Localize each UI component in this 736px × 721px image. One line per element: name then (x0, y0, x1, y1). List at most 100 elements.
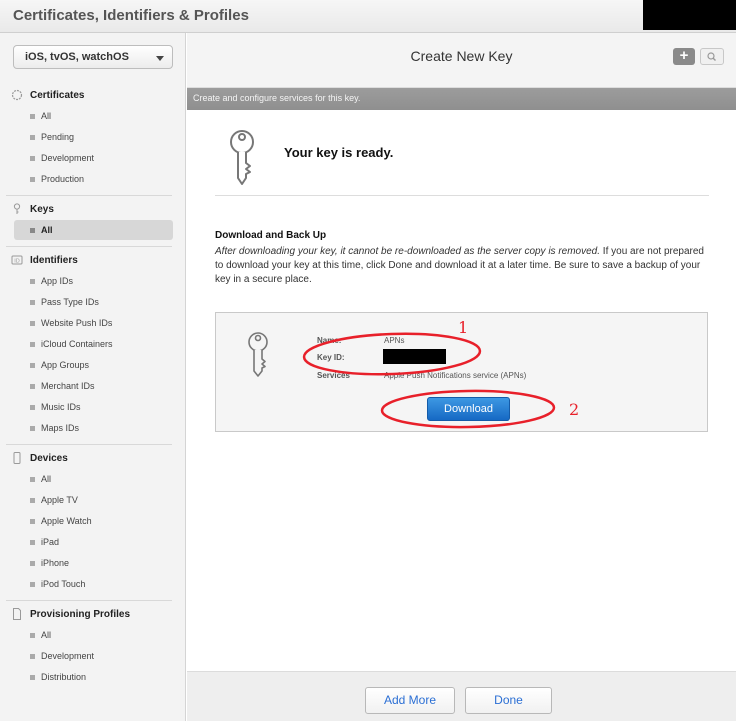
platform-select-value: iOS, tvOS, watchOS (25, 51, 129, 63)
sidebar-item-label: Apple TV (41, 495, 78, 505)
bullet-icon (30, 426, 35, 431)
sidebar-item-label: All (41, 474, 52, 484)
sidebar-item-label: All (41, 630, 52, 640)
footer-bar: Add More Done (187, 671, 736, 721)
sidebar-item-label: All (41, 111, 52, 121)
sidebar-item-label: iCloud Containers (41, 339, 113, 349)
divider (6, 600, 172, 601)
annotation-marker-2: 2 (569, 400, 580, 419)
sidebar-item-label: All (41, 225, 53, 235)
bullet-icon (30, 405, 35, 410)
sidebar-item-certificates-development[interactable]: Development (14, 148, 173, 168)
divider (6, 444, 172, 445)
key-name-label: Name: (317, 336, 342, 345)
plus-icon: + (679, 47, 689, 64)
redacted-account-area (643, 0, 736, 30)
platform-select[interactable]: iOS, tvOS, watchOS (13, 45, 173, 69)
section-keys: Keys (0, 200, 186, 220)
bullet-icon (30, 384, 35, 389)
bullet-icon (30, 582, 35, 587)
done-button[interactable]: Done (465, 687, 552, 714)
section-title: Identifiers (30, 255, 78, 266)
sidebar-item-apple-watch[interactable]: Apple Watch (14, 511, 173, 531)
add-button[interactable]: + (673, 48, 695, 65)
page-subtitle: Create and configure services for this k… (193, 93, 361, 103)
download-warning-text: After downloading your key, it cannot be… (215, 246, 601, 257)
sidebar-item-label: iPad (41, 537, 60, 547)
bullet-icon (30, 228, 35, 233)
divider (6, 195, 172, 196)
sidebar-item-merchant-ids[interactable]: Merchant IDs (14, 376, 173, 396)
sidebar-item-pass-type-ids[interactable]: Pass Type IDs (14, 292, 173, 312)
search-icon (707, 52, 716, 61)
sidebar-item-label: Merchant IDs (41, 381, 95, 391)
sidebar-item-iphone[interactable]: iPhone (14, 553, 173, 573)
bullet-icon (30, 675, 35, 680)
sidebar-item-label: Pass Type IDs (41, 297, 99, 307)
download-section-title: Download and Back Up (215, 230, 327, 241)
page-title: Create New Key (410, 48, 513, 64)
section-certificates: Certificates (0, 86, 186, 106)
sidebar-item-label: Distribution (41, 672, 87, 682)
redacted-key-id (383, 349, 446, 364)
sidebar-item-devices-all[interactable]: All (14, 469, 173, 489)
subtitle-bar: Create and configure services for this k… (187, 88, 736, 110)
sidebar-item-profiles-all[interactable]: All (14, 625, 173, 645)
sidebar-item-icloud-containers[interactable]: iCloud Containers (14, 334, 173, 354)
sidebar-item-ipad[interactable]: iPad (14, 532, 173, 552)
key-ready-heading: Your key is ready. (284, 145, 394, 160)
sidebar-item-profiles-development[interactable]: Development (14, 646, 173, 666)
document-icon (11, 608, 23, 620)
sidebar-item-app-ids[interactable]: App IDs (14, 271, 173, 291)
sidebar-item-label: Apple Watch (41, 516, 92, 526)
section-devices: Devices (0, 449, 186, 469)
sidebar: iOS, tvOS, watchOS Certificates All Pend… (0, 33, 186, 721)
key-services-label: Services (317, 371, 350, 380)
sidebar-item-profiles-distribution[interactable]: Distribution (14, 667, 173, 687)
bullet-icon (30, 342, 35, 347)
sidebar-item-certificates-pending[interactable]: Pending (14, 127, 173, 147)
sidebar-item-label: App IDs (41, 276, 74, 286)
sidebar-item-label: iPhone (41, 558, 70, 568)
top-header: Certificates, Identifiers & Profiles (0, 0, 736, 33)
app-title: Certificates, Identifiers & Profiles (13, 7, 249, 24)
download-section-body: After downloading your key, it cannot be… (215, 245, 715, 287)
section-identifiers: ID Identifiers (0, 251, 186, 271)
bullet-icon (30, 633, 35, 638)
bullet-icon (30, 540, 35, 545)
sidebar-item-certificates-all[interactable]: All (14, 106, 173, 126)
bullet-icon (30, 279, 35, 284)
sidebar-item-apple-tv[interactable]: Apple TV (14, 490, 173, 510)
add-more-button[interactable]: Add More (365, 687, 455, 714)
sidebar-item-website-push-ids[interactable]: Website Push IDs (14, 313, 173, 333)
sidebar-item-label: Production (41, 174, 85, 184)
sidebar-item-label: Music IDs (41, 402, 81, 412)
certificate-icon (11, 89, 23, 101)
section-title: Devices (30, 453, 68, 464)
sidebar-item-music-ids[interactable]: Music IDs (14, 397, 173, 417)
bullet-icon (30, 561, 35, 566)
main-panel: Create New Key + Create and configure se… (187, 33, 736, 721)
section-provisioning-profiles: Provisioning Profiles (0, 605, 186, 625)
sidebar-item-maps-ids[interactable]: Maps IDs (14, 418, 173, 438)
sidebar-item-label: Development (41, 153, 95, 163)
divider (215, 195, 709, 196)
section-title: Provisioning Profiles (30, 609, 131, 620)
sidebar-item-ipod-touch[interactable]: iPod Touch (14, 574, 173, 594)
key-icon (230, 130, 254, 185)
bullet-icon (30, 321, 35, 326)
sidebar-item-label: App Groups (41, 360, 90, 370)
bullet-icon (30, 156, 35, 161)
section-title: Certificates (30, 90, 85, 101)
search-button[interactable] (700, 48, 724, 65)
chevron-down-icon (156, 56, 164, 61)
divider (6, 246, 172, 247)
sidebar-item-app-groups[interactable]: App Groups (14, 355, 173, 375)
bullet-icon (30, 363, 35, 368)
download-button[interactable]: Download (427, 397, 510, 421)
sidebar-item-certificates-production[interactable]: Production (14, 169, 173, 189)
bullet-icon (30, 135, 35, 140)
bullet-icon (30, 654, 35, 659)
key-id-label: Key ID: (317, 353, 345, 362)
sidebar-item-keys-all[interactable]: All (14, 220, 173, 240)
